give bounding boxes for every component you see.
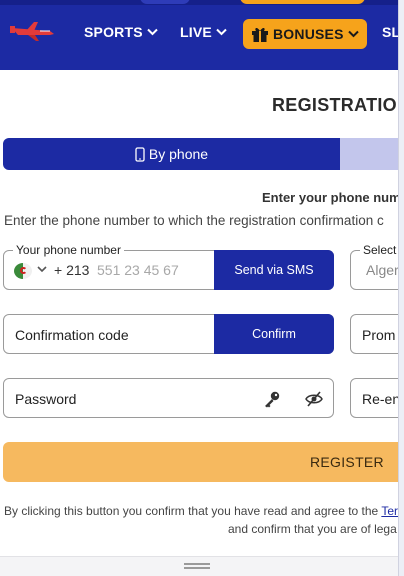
country-chevron-down-icon[interactable] (37, 266, 47, 273)
nav-sports[interactable]: SPORTS (84, 24, 158, 40)
country-select-legend: Select (360, 243, 400, 257)
page-title: REGISTRATIO (272, 95, 397, 115)
terms-link[interactable]: Ter (381, 504, 398, 518)
register-button[interactable]: REGISTER (3, 442, 404, 482)
register-button-label: REGISTER (310, 454, 384, 470)
promo-code-label: Prom (362, 327, 396, 343)
confirm-button[interactable]: Confirm (214, 314, 334, 354)
nav-bonuses-label: BONUSES (273, 26, 344, 42)
password-field[interactable]: Password (3, 378, 334, 418)
top-pill-tab[interactable] (140, 0, 190, 4)
terms-text: By clicking this button you confirm that… (4, 504, 398, 518)
gift-icon (252, 27, 268, 42)
tab-other[interactable] (340, 138, 404, 170)
password-label: Password (15, 391, 77, 407)
bottom-bar (0, 556, 404, 576)
phone-number-legend: Your phone number (13, 243, 124, 257)
top-navigation-bar: SPORTS LIVE BONUSES SL (0, 0, 404, 70)
tab-by-phone[interactable]: By phone (3, 138, 340, 170)
instruction-heading: Enter your phone num (262, 190, 401, 205)
scrollbar-track[interactable] (398, 0, 404, 576)
terms-text-line1: By clicking this button you confirm that… (4, 504, 382, 518)
logo-plane-icon[interactable] (10, 20, 56, 42)
repeat-password-field[interactable]: Re-en (350, 378, 404, 418)
phone-icon (135, 146, 145, 162)
nav-live-label: LIVE (180, 24, 212, 40)
nav-sports-label: SPORTS (84, 24, 143, 40)
eye-off-icon[interactable] (305, 391, 323, 407)
tab-by-phone-label: By phone (148, 146, 209, 162)
chevron-down-icon (147, 28, 158, 36)
country-select-value: Alger (366, 262, 399, 278)
chevron-down-icon (347, 30, 359, 38)
nav-bonuses[interactable]: BONUSES (243, 19, 367, 49)
promo-code-field[interactable]: Prom (350, 314, 404, 354)
repeat-password-label: Re-en (362, 391, 401, 407)
chevron-down-icon (216, 28, 227, 36)
country-select[interactable]: Select Alger (350, 243, 404, 290)
key-icon[interactable] (263, 390, 281, 408)
send-via-sms-button[interactable]: Send via SMS (214, 250, 334, 290)
terms-text-line2: and confirm that you are of lega (228, 522, 397, 536)
drag-handle-icon[interactable] (184, 563, 210, 569)
algeria-flag-icon[interactable] (14, 263, 32, 279)
nav-live[interactable]: LIVE (180, 24, 227, 40)
instruction-text: Enter the phone number to which the regi… (4, 213, 384, 228)
top-pill-accent[interactable] (240, 0, 365, 4)
phone-number-input[interactable] (97, 259, 207, 281)
dial-code: + 213 (54, 262, 90, 278)
confirmation-code-label: Confirmation code (15, 327, 129, 343)
